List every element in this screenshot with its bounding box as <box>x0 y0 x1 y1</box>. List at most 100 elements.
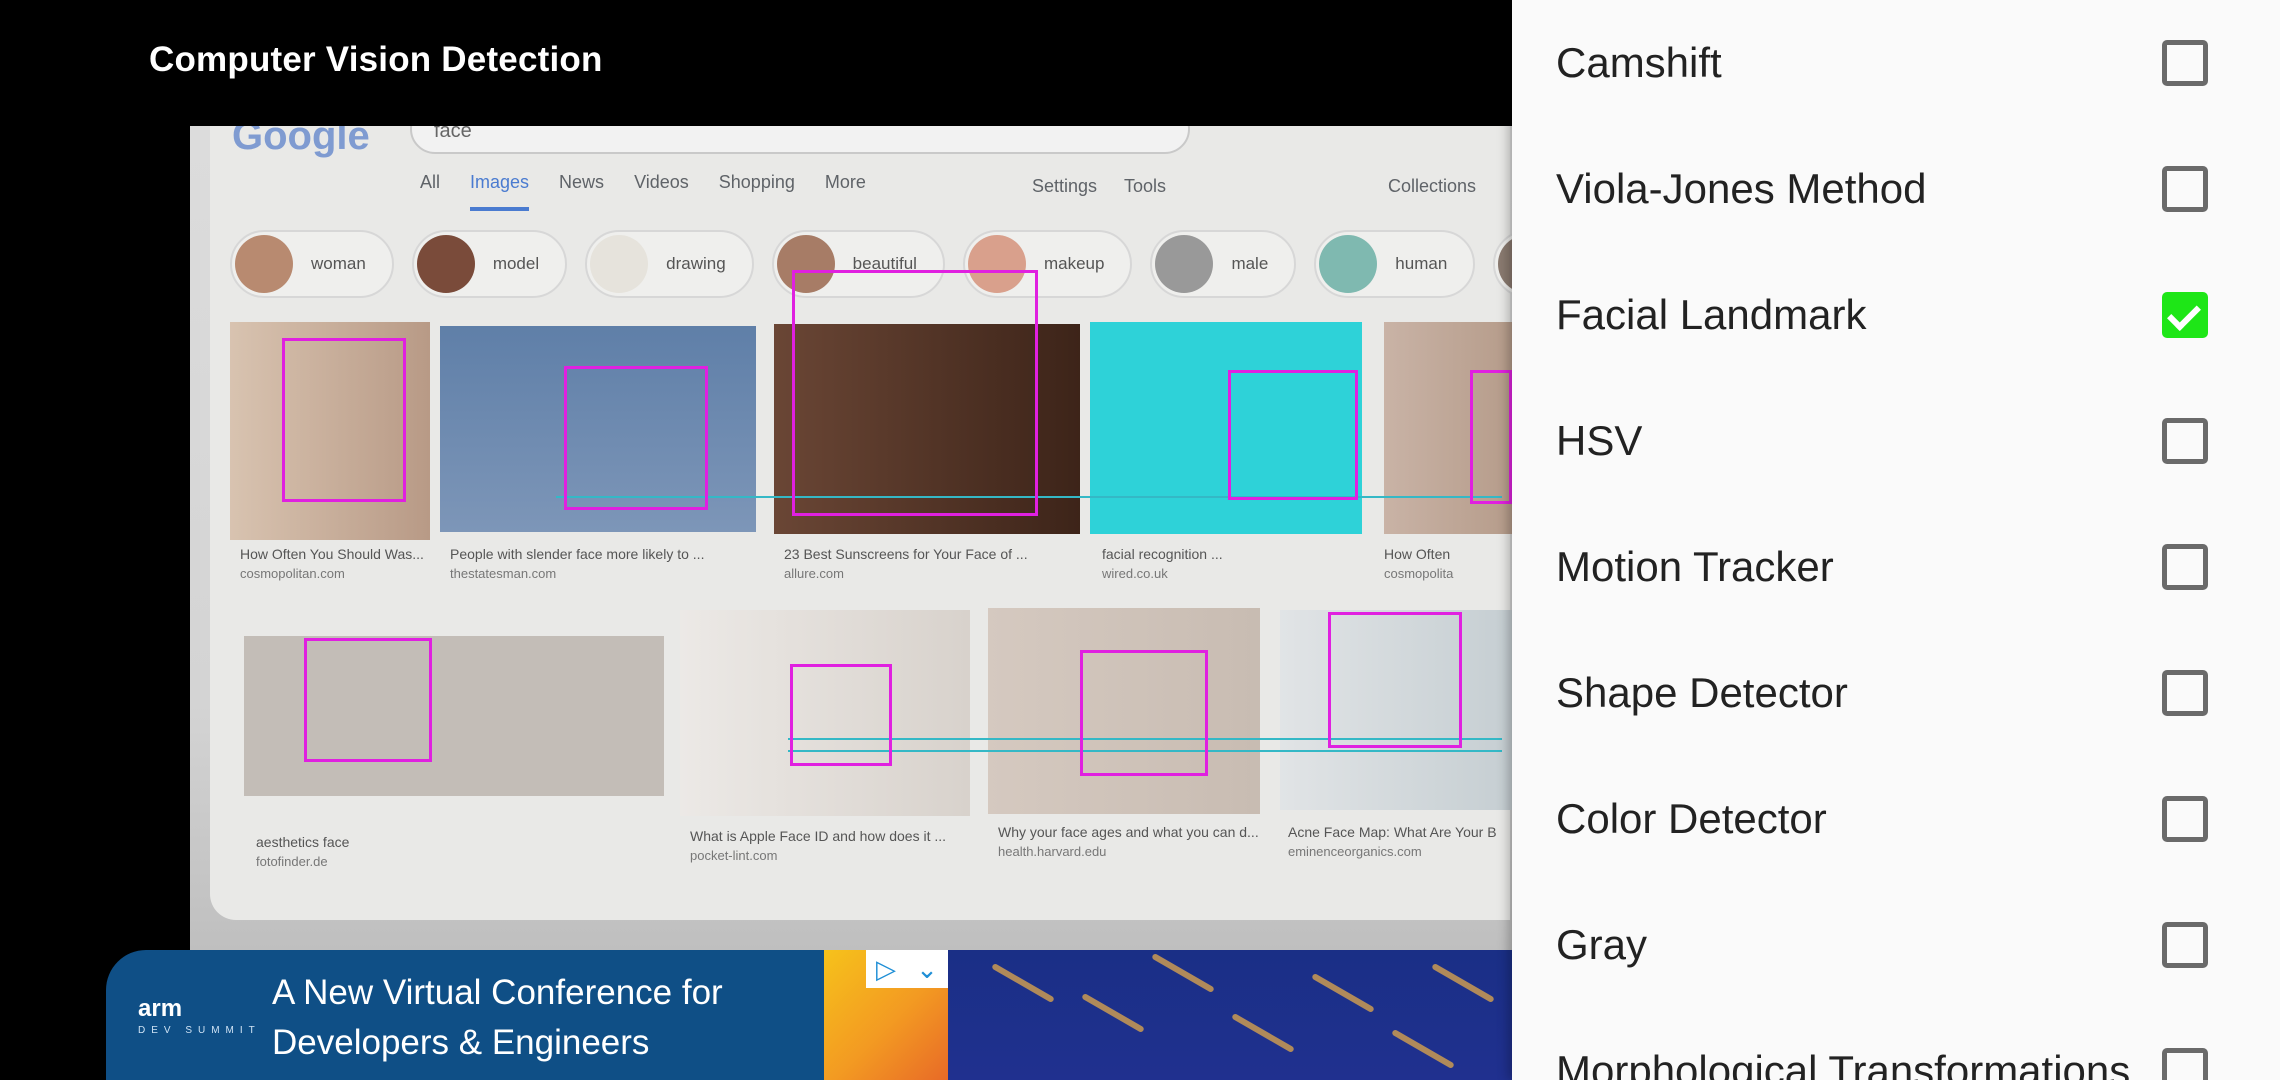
caption-title: Why your face ages and what you can d... <box>998 824 1259 840</box>
chip-label: drawing <box>666 254 726 273</box>
caption-source: allure.com <box>784 566 844 581</box>
face-detection-box <box>792 270 1038 516</box>
captured-tab-settings: Settings <box>1032 176 1098 196</box>
captured-caption: People with slender face more likely to … <box>450 544 704 584</box>
camera-background-strip <box>948 950 1512 1080</box>
caption-source: eminenceorganics.com <box>1288 844 1422 859</box>
caption-title: What is Apple Face ID and how does it ..… <box>690 828 947 844</box>
captured-chip: male <box>1150 230 1297 298</box>
chip-label: human <box>1395 254 1448 273</box>
background-stick <box>1311 972 1375 1014</box>
option-label: Camshift <box>1556 39 1722 86</box>
face-detection-box <box>282 338 406 502</box>
background-stick <box>1231 1012 1295 1054</box>
captured-search-box: face <box>410 126 1190 154</box>
caption-source: health.harvard.edu <box>998 844 1107 859</box>
face-detection-box <box>1080 650 1208 776</box>
ad-choices-badge[interactable]: ▷ ⌄ <box>866 950 948 988</box>
adchoices-icon[interactable]: ▷ <box>876 954 896 985</box>
captured-chip: model <box>411 230 568 298</box>
caption-source: pocket-lint.com <box>690 848 778 863</box>
option-checkbox[interactable] <box>2162 544 2208 590</box>
chip-thumbnail <box>1155 235 1214 293</box>
option-gray[interactable]: Gray <box>1512 882 2270 1008</box>
captured-chip: drawing <box>585 230 754 298</box>
option-checkbox[interactable] <box>2162 922 2208 968</box>
chip-thumbnail <box>590 235 649 293</box>
option-label: Gray <box>1556 921 1648 968</box>
ad-brand-name: arm <box>138 995 183 1022</box>
option-checkbox-checked[interactable] <box>2162 292 2208 338</box>
face-detection-box <box>1328 612 1462 748</box>
option-facial-landmark[interactable]: Facial Landmark <box>1512 252 2270 378</box>
caption-source: cosmopolitan.com <box>240 566 345 581</box>
captured-logo: Google <box>232 126 370 158</box>
option-checkbox[interactable] <box>2162 1048 2208 1080</box>
chevron-down-icon[interactable]: ⌄ <box>916 954 938 985</box>
captured-tab-tools: Tools <box>1124 176 1167 196</box>
option-checkbox[interactable] <box>2162 40 2208 86</box>
caption-title: People with slender face more likely to … <box>450 546 705 562</box>
background-stick <box>1391 1028 1455 1070</box>
face-detection-box <box>564 366 708 510</box>
caption-title: How Often You Should Was... <box>240 546 424 562</box>
captured-caption: What is Apple Face ID and how does it ..… <box>690 826 946 866</box>
option-label: Facial Landmark <box>1556 291 1867 338</box>
face-detection-box <box>790 664 892 766</box>
captured-caption: How Often cosmopolita <box>1384 544 1453 584</box>
face-detection-box <box>1470 370 1512 504</box>
caption-source: fotofinder.de <box>256 854 328 869</box>
option-viola-jones[interactable]: Viola-Jones Method <box>1512 126 2270 252</box>
drawer-edge <box>2270 0 2280 1080</box>
captured-screen: Google face All Images News Videos Shopp… <box>210 126 1512 920</box>
app-root: Computer Vision Detection Google face Al… <box>0 0 2280 1080</box>
captured-caption: 23 Best Sunscreens for Your Face of ... a… <box>784 544 1028 584</box>
ad-brand-logo: arm DEV SUMMIT <box>138 995 261 1042</box>
captured-chip: woman <box>230 230 394 298</box>
ad-brand-sub: DEV SUMMIT <box>138 1025 261 1036</box>
option-motion-tracker[interactable]: Motion Tracker <box>1512 504 2270 630</box>
caption-title: facial recognition ... <box>1102 546 1223 562</box>
option-label: Shape Detector <box>1556 669 1848 716</box>
captured-collections: Collections <box>1388 176 1477 196</box>
captured-caption: Acne Face Map: What Are Your B eminenceor… <box>1288 822 1497 862</box>
app-title: Computer Vision Detection <box>149 40 603 79</box>
caption-title: aesthetics face <box>256 834 350 850</box>
option-shape-detector[interactable]: Shape Detector <box>1512 630 2270 756</box>
captured-tab: Shopping <box>718 172 795 192</box>
option-checkbox[interactable] <box>2162 670 2208 716</box>
option-label: Color Detector <box>1556 795 1827 842</box>
option-checkbox[interactable] <box>2162 166 2208 212</box>
face-detection-box <box>1228 370 1358 500</box>
option-color-detector[interactable]: Color Detector <box>1512 756 2270 882</box>
captured-caption: aesthetics face fotofinder.de <box>256 832 349 872</box>
captured-tab: Images <box>470 172 530 211</box>
option-morphological-transformations[interactable]: Morphological Transformations <box>1512 1008 2270 1080</box>
ad-headline: A New Virtual Conference for Developers … <box>272 968 792 1068</box>
detector-options-drawer[interactable]: Camshift Viola-Jones Method Facial Landm… <box>1512 0 2270 1080</box>
option-camshift[interactable]: Camshift <box>1512 0 2270 126</box>
chip-thumbnail <box>1319 235 1378 293</box>
option-label: HSV <box>1556 417 1643 464</box>
option-hsv[interactable]: HSV <box>1512 378 2270 504</box>
option-checkbox[interactable] <box>2162 418 2208 464</box>
chip-thumbnail <box>1498 235 1512 293</box>
option-checkbox[interactable] <box>2162 796 2208 842</box>
option-label: Motion Tracker <box>1556 543 1834 590</box>
captured-tab: More <box>824 172 866 192</box>
chip-label: makeup <box>1043 254 1105 273</box>
background-stick <box>991 962 1055 1004</box>
captured-tab: All <box>420 172 441 192</box>
camera-preview[interactable]: Google face All Images News Videos Shopp… <box>190 126 1512 950</box>
chip-label: woman <box>311 254 366 273</box>
captured-tab: Videos <box>634 172 689 192</box>
ad-banner[interactable]: arm DEV SUMMIT A New Virtual Conference … <box>106 950 948 1080</box>
chip-label: male <box>1231 254 1269 273</box>
captured-chip: human <box>1314 230 1476 298</box>
captured-chip: refe <box>1493 230 1512 298</box>
chip-thumbnail <box>235 235 293 293</box>
chip-label: model <box>492 254 540 273</box>
caption-title: How Often <box>1384 546 1451 562</box>
captured-caption: How Often You Should Was... cosmopolitan.… <box>240 544 424 584</box>
caption-title: 23 Best Sunscreens for Your Face of ... <box>784 546 1028 562</box>
